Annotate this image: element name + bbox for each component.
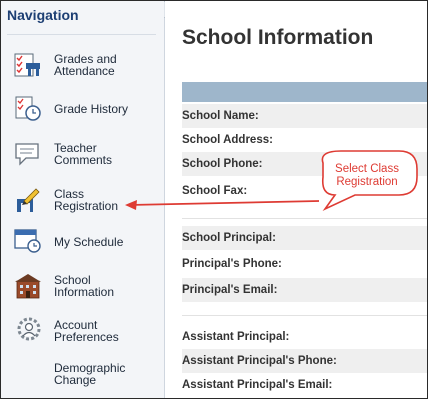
sidebar-item-demographic-change[interactable]: Demographic Change xyxy=(1,356,164,396)
sidebar-navigation: Navigation Grades and Attendance Grade H… xyxy=(1,1,165,398)
assistant-email-label: Assistant Principal's Email: xyxy=(182,379,333,391)
sidebar-item-class-registration[interactable]: Class Registration xyxy=(1,181,164,221)
assistant-principal-label: Assistant Principal: xyxy=(182,331,290,343)
navigation-divider xyxy=(7,34,156,35)
school-name-label: School Name: xyxy=(182,110,259,122)
school-address-label: School Address: xyxy=(182,134,273,146)
sidebar-item-label: School Information xyxy=(54,273,115,299)
school-building-icon xyxy=(14,273,42,299)
table-row: Assistant Principal's Email: xyxy=(182,373,427,397)
principal-label: School Principal: xyxy=(182,232,276,244)
sidebar-item-label: My Schedule xyxy=(54,235,124,249)
account-preferences-icon xyxy=(14,317,42,343)
principal-email-label: Principal's Email: xyxy=(182,284,278,296)
callout-text: Select Class Registration xyxy=(335,163,399,188)
sidebar-item-label: Demographic Change xyxy=(54,361,126,387)
school-phone-label: School Phone: xyxy=(182,158,263,170)
table-row: School Address: xyxy=(182,128,427,152)
assistant-phone-label: Assistant Principal's Phone: xyxy=(182,355,337,367)
table-row: Assistant Principal: xyxy=(182,325,427,349)
gradebook-icon xyxy=(14,52,42,78)
sidebar-item-label: Teacher Comments xyxy=(54,141,113,167)
table-row: Principal's Phone: xyxy=(182,252,427,276)
sidebar-item-label: Grades and Attendance xyxy=(54,52,117,78)
school-fax-label: School Fax: xyxy=(182,185,248,197)
table-row: School Principal: xyxy=(182,226,427,250)
pencil-icon xyxy=(14,187,42,213)
table-row: Principal's Email: xyxy=(182,278,427,302)
table-row: School Name: xyxy=(182,104,427,128)
table-row: Assistant Principal's Phone: xyxy=(182,349,427,373)
section-divider xyxy=(182,315,427,316)
main-content: School Information School Name: School A… xyxy=(165,1,427,398)
section-divider xyxy=(182,218,427,219)
schedule-icon xyxy=(14,228,42,254)
sidebar-item-teacher-comments[interactable]: Teacher Comments xyxy=(1,134,164,174)
sidebar-item-my-schedule[interactable]: My Schedule xyxy=(1,222,164,262)
info-table-header xyxy=(182,82,427,102)
principal-phone-label: Principal's Phone: xyxy=(182,258,282,270)
sidebar-item-label: Grade History xyxy=(54,102,129,116)
page-title: School Information xyxy=(182,26,374,49)
comments-icon xyxy=(14,141,42,167)
sidebar-item-account-preferences[interactable]: Account Preferences xyxy=(1,312,164,352)
sidebar-item-school-information[interactable]: School Information xyxy=(1,266,164,306)
grade-history-icon xyxy=(14,96,42,122)
browser-frame: Navigation Grades and Attendance Grade H… xyxy=(0,0,428,399)
sidebar-item-label: Class Registration xyxy=(54,187,119,213)
sidebar-item-grades-attendance[interactable]: Grades and Attendance xyxy=(1,44,164,84)
sidebar-item-label: Account Preferences xyxy=(54,318,119,344)
navigation-heading: Navigation xyxy=(7,7,79,23)
sidebar-item-grade-history[interactable]: Grade History xyxy=(1,89,164,129)
